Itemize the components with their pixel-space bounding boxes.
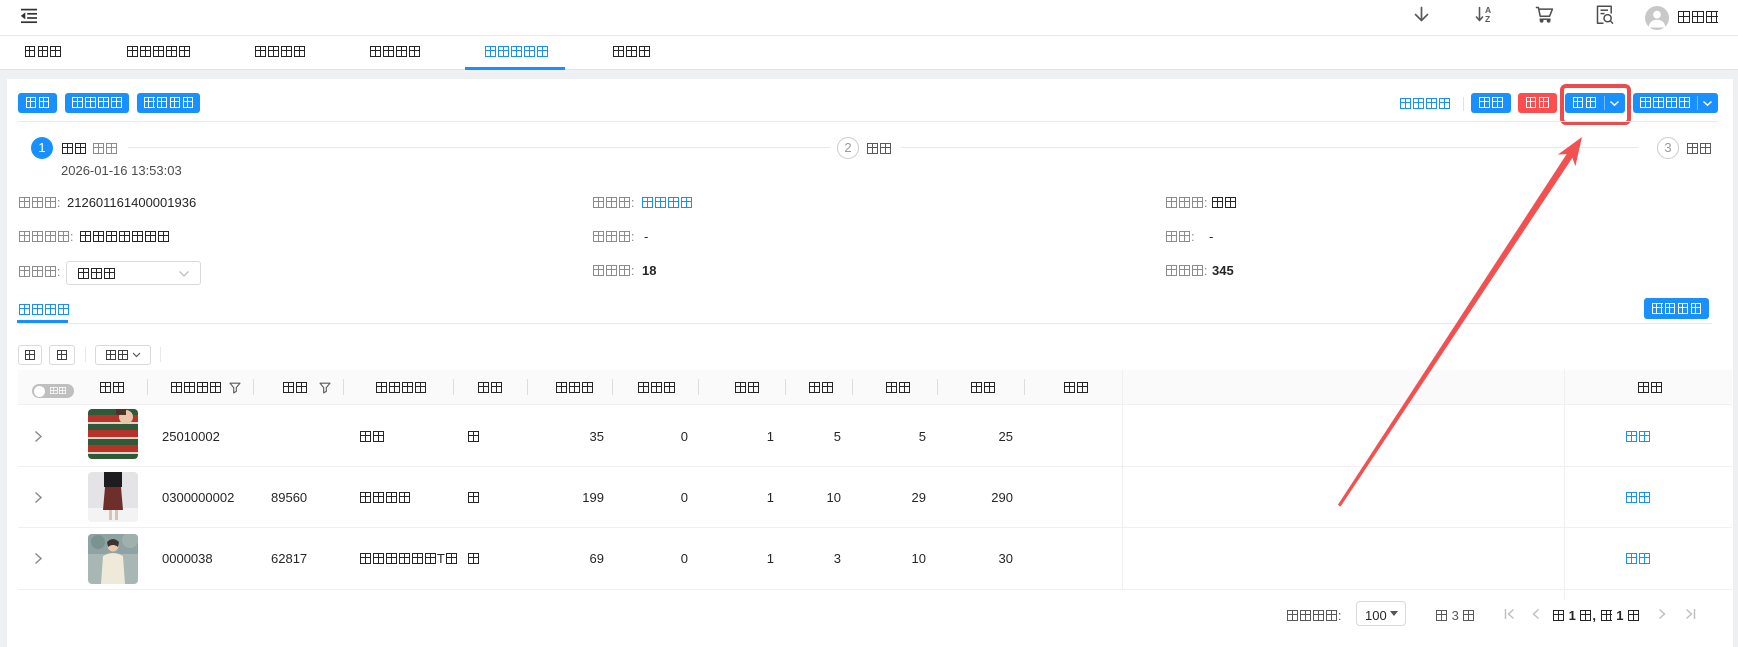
svg-text:Z: Z	[1485, 14, 1490, 23]
